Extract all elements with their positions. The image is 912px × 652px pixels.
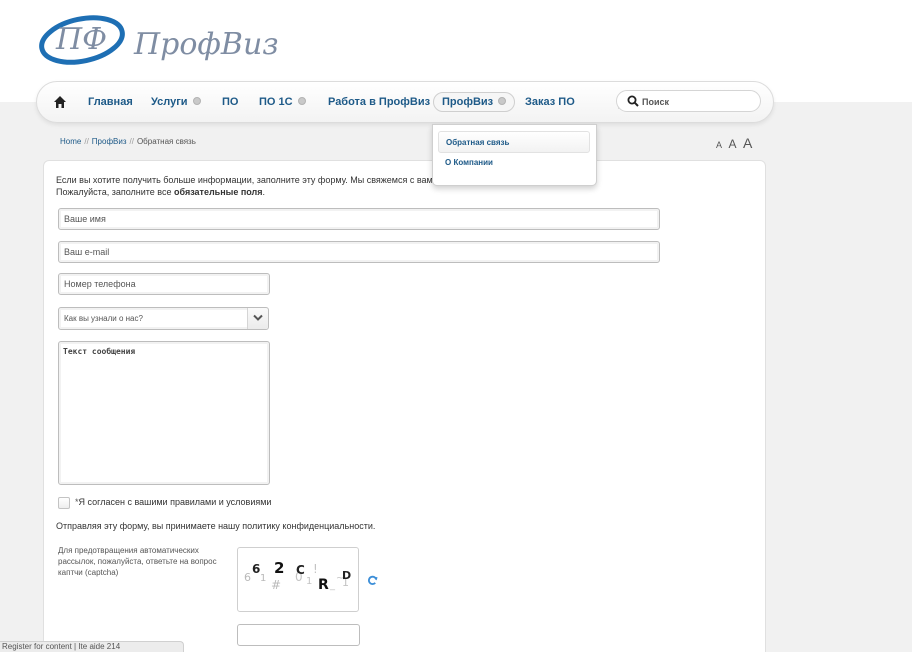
captcha-noise-char: !: [313, 562, 318, 576]
captcha-image: 6 1 # 0 1 ! _ 1 ~ 6 2 C R D: [237, 547, 359, 612]
breadcrumb-separator: //: [129, 137, 134, 146]
breadcrumb-home[interactable]: Home: [60, 137, 81, 146]
message-textarea[interactable]: [58, 341, 270, 485]
breadcrumb-profviz[interactable]: ПрофВиз: [92, 137, 127, 146]
intro-required-fields: обязательные поля: [174, 187, 263, 197]
nav-item-careers[interactable]: Работа в ПрофВиз: [328, 82, 430, 122]
agree-label: *Я согласен с вашими правилами и условия…: [75, 497, 271, 507]
captcha-noise-char: 6: [244, 571, 251, 584]
breadcrumb: Home//ПрофВиз//Обратная связь: [60, 137, 196, 146]
captcha-noise-char: _: [329, 580, 336, 591]
nav-item-services[interactable]: Услуги: [151, 82, 201, 122]
dropdown-indicator-icon: [192, 97, 201, 106]
font-size-controls: A A A: [716, 135, 754, 153]
menu-item-feedback[interactable]: Обратная связь: [438, 131, 590, 153]
source-select-value: Как вы узнали о нас?: [64, 314, 143, 323]
nav-item-label: Заказ ПО: [525, 96, 575, 108]
breadcrumb-current: Обратная связь: [136, 137, 196, 146]
captcha-char: 2: [274, 559, 284, 577]
nav-item-label: Услуги: [151, 96, 188, 108]
name-field[interactable]: [58, 208, 660, 230]
captcha-char: R: [318, 577, 329, 593]
captcha-char: D: [342, 569, 351, 582]
nav-item-home[interactable]: Главная: [88, 82, 133, 122]
nav-item-software-1c[interactable]: ПО 1С: [259, 82, 306, 122]
refresh-icon[interactable]: [367, 575, 378, 586]
captcha-noise-char: #: [271, 578, 281, 592]
logo-monogram: ПФ: [55, 22, 107, 57]
nav-item-label: ПО: [222, 96, 239, 108]
font-size-large-button[interactable]: A: [743, 135, 752, 151]
logo-graphic: ПФ ПрофВиз: [39, 15, 279, 65]
phone-field[interactable]: [58, 273, 270, 295]
dropdown-indicator-icon: [498, 97, 507, 106]
captcha-char: 6: [252, 562, 260, 576]
logo-wordmark: ПрофВиз: [133, 27, 279, 62]
agree-checkbox[interactable]: [58, 497, 70, 509]
intro-line-2: Пожалуйста, заполните все обязательные п…: [56, 186, 456, 198]
source-select[interactable]: Как вы узнали о нас?: [58, 307, 269, 330]
site-logo[interactable]: ПФ ПрофВиз: [38, 6, 298, 72]
captcha-label: Для предотвращения автоматических рассыл…: [58, 546, 217, 577]
browser-status-bar: Register for content | Ite aide 214: [0, 641, 184, 652]
nav-item-software[interactable]: ПО: [222, 82, 238, 122]
breadcrumb-separator: //: [84, 137, 89, 146]
intro-required-suffix: .: [262, 187, 266, 197]
nav-item-label: ПрофВиз: [442, 96, 494, 108]
form-intro: Если вы хотите получить больше информаци…: [56, 174, 456, 198]
intro-required-prefix: Пожалуйста, заполните все: [56, 187, 172, 197]
intro-line-1: Если вы хотите получить больше информаци…: [56, 175, 433, 185]
captcha-graphic: 6 1 # 0 1 ! _ 1 ~ 6 2 C R D: [244, 559, 351, 593]
dropdown-indicator-icon: [297, 97, 306, 106]
nav-item-profviz[interactable]: ПрофВиз: [433, 92, 516, 112]
captcha-input[interactable]: [237, 624, 360, 646]
search-box: [616, 90, 761, 112]
font-size-medium-button[interactable]: A: [728, 137, 736, 151]
select-toggle: [247, 308, 268, 329]
captcha-char: C: [296, 563, 305, 577]
agree-label-text: Я согласен с вашими правилами и условиям…: [78, 497, 272, 507]
captcha-noise-char: 1: [260, 573, 266, 584]
home-icon[interactable]: [53, 95, 67, 109]
nav-item-label: Главная: [88, 96, 133, 108]
captcha-noise-char: 1: [306, 576, 312, 587]
email-field[interactable]: [58, 241, 660, 263]
menu-item-about[interactable]: О Компании: [438, 152, 590, 174]
chevron-down-icon: [253, 314, 263, 321]
nav-item-order[interactable]: Заказ ПО: [525, 82, 575, 122]
nav-item-label: ПО 1С: [259, 96, 293, 108]
search-icon[interactable]: [627, 95, 639, 107]
nav-item-label: Работа в ПрофВиз: [328, 96, 431, 108]
privacy-note: Отправляя эту форму, вы принимаете нашу …: [56, 521, 376, 531]
search-input[interactable]: [642, 94, 752, 109]
profviz-dropdown-menu: Обратная связь О Компании: [432, 124, 597, 186]
font-size-small-button[interactable]: A: [716, 140, 722, 150]
